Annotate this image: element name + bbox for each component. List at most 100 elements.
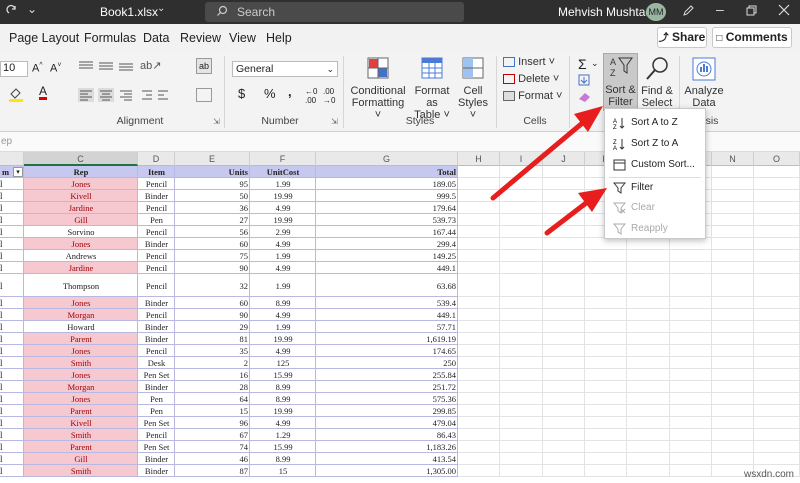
cell-units[interactable]: 29 xyxy=(175,321,250,333)
empty-cell[interactable] xyxy=(754,297,800,309)
empty-cell[interactable] xyxy=(500,202,543,214)
cell-rep[interactable]: Kivell xyxy=(24,190,138,202)
empty-cell[interactable] xyxy=(543,297,585,309)
font-size-box[interactable]: 10 xyxy=(0,61,28,77)
cell-unitcost[interactable]: 4.99 xyxy=(250,202,316,214)
cell-total[interactable]: 86.43 xyxy=(316,429,458,441)
empty-cell[interactable] xyxy=(754,321,800,333)
empty-cell[interactable] xyxy=(627,274,670,297)
cell-unitcost[interactable]: 8.99 xyxy=(250,297,316,309)
empty-cell[interactable] xyxy=(754,405,800,417)
column-header[interactable] xyxy=(0,152,24,166)
cell-rep[interactable]: Morgan xyxy=(24,309,138,321)
cell-unitcost[interactable]: 1.99 xyxy=(250,280,316,292)
empty-cell[interactable] xyxy=(712,369,754,381)
sort-filter-button[interactable]: AZ Sort & Filter ˅ xyxy=(603,53,638,120)
empty-cell[interactable] xyxy=(543,429,585,441)
empty-cell[interactable] xyxy=(627,441,670,453)
increase-font-icon[interactable]: A^ xyxy=(32,62,43,75)
empty-cell[interactable] xyxy=(585,405,627,417)
cell-total[interactable]: 1,619.19 xyxy=(316,333,458,345)
cell-total[interactable]: 299.4 xyxy=(316,238,458,250)
cell-units[interactable]: 16 xyxy=(175,369,250,381)
cell-rep[interactable]: Kivell xyxy=(24,417,138,429)
cell-units[interactable]: 28 xyxy=(175,381,250,393)
empty-cell[interactable] xyxy=(712,214,754,226)
empty-cell[interactable] xyxy=(458,417,500,429)
cell-rep[interactable]: Jones xyxy=(24,369,138,381)
cell-rep[interactable]: Morgan xyxy=(24,381,138,393)
cell-item[interactable]: Binder xyxy=(138,453,175,465)
empty-cell[interactable] xyxy=(712,393,754,405)
cell-unitcost[interactable]: 1.99 xyxy=(250,250,316,262)
quick-access-chevron-icon[interactable]: ⌄ xyxy=(27,2,37,16)
empty-cell[interactable] xyxy=(585,381,627,393)
cell-rep[interactable]: Parent xyxy=(24,405,138,417)
empty-cell[interactable] xyxy=(458,178,500,190)
cell-unitcost[interactable]: 1.29 xyxy=(250,429,316,441)
cell-unitcost[interactable]: 19.99 xyxy=(250,333,316,345)
empty-cell[interactable] xyxy=(458,250,500,262)
cell-unitcost[interactable]: 19.99 xyxy=(250,214,316,226)
empty-cell[interactable] xyxy=(500,345,543,357)
cell-item[interactable]: Pen Set xyxy=(138,441,175,453)
cell-rep[interactable]: Jardine xyxy=(24,202,138,214)
cell-total[interactable]: 1,305.00 xyxy=(316,465,458,477)
empty-cell[interactable] xyxy=(585,357,627,369)
empty-cell[interactable] xyxy=(754,214,800,226)
empty-cell[interactable] xyxy=(754,441,800,453)
cell-units[interactable]: 96 xyxy=(175,417,250,429)
empty-cell[interactable] xyxy=(712,178,754,190)
empty-cell[interactable] xyxy=(712,405,754,417)
empty-cell[interactable] xyxy=(670,405,712,417)
empty-cell[interactable] xyxy=(627,309,670,321)
menu-view[interactable]: View xyxy=(229,31,256,45)
empty-cell[interactable] xyxy=(543,393,585,405)
cell-rep[interactable]: Jones xyxy=(24,178,138,190)
empty-cell[interactable] xyxy=(543,202,585,214)
cell-rep[interactable]: Smith xyxy=(24,465,138,477)
empty-cell[interactable] xyxy=(543,250,585,262)
empty-cell[interactable] xyxy=(500,321,543,333)
empty-cell[interactable] xyxy=(500,417,543,429)
empty-cell[interactable] xyxy=(585,369,627,381)
empty-cell[interactable] xyxy=(712,429,754,441)
cell-total[interactable]: 57.71 xyxy=(316,321,458,333)
cell-unitcost[interactable]: 125 xyxy=(250,357,316,369)
restore-icon[interactable] xyxy=(746,5,757,19)
cell-item[interactable]: Pen xyxy=(138,214,175,226)
empty-cell[interactable] xyxy=(627,417,670,429)
cell-item[interactable]: Desk xyxy=(138,357,175,369)
cell-item[interactable]: Pencil xyxy=(138,309,175,321)
empty-cell[interactable] xyxy=(500,369,543,381)
empty-cell[interactable] xyxy=(670,465,712,477)
empty-cell[interactable] xyxy=(500,381,543,393)
cell-total[interactable]: 63.68 xyxy=(316,280,458,292)
empty-cell[interactable] xyxy=(712,238,754,250)
empty-cell[interactable] xyxy=(458,309,500,321)
cell-total[interactable]: 539.4 xyxy=(316,297,458,309)
menu-page-layout[interactable]: Page Layout xyxy=(9,31,79,45)
menu-formulas[interactable]: Formulas xyxy=(84,31,136,45)
menu-data[interactable]: Data xyxy=(143,31,169,45)
empty-cell[interactable] xyxy=(712,262,754,274)
empty-cell[interactable] xyxy=(712,345,754,357)
cell-rep[interactable]: Smith xyxy=(24,357,138,369)
cell-total[interactable]: 1,183.26 xyxy=(316,441,458,453)
cell-item[interactable]: Pencil xyxy=(138,250,175,262)
empty-cell[interactable] xyxy=(585,297,627,309)
name-box[interactable]: ep xyxy=(1,136,12,147)
cell-item[interactable]: Pencil xyxy=(138,280,175,292)
empty-cell[interactable] xyxy=(670,381,712,393)
empty-cell[interactable] xyxy=(712,297,754,309)
empty-cell[interactable] xyxy=(458,321,500,333)
cell-item[interactable]: Pencil xyxy=(138,429,175,441)
empty-cell[interactable] xyxy=(458,214,500,226)
empty-cell[interactable] xyxy=(754,226,800,238)
autosum-chevron-icon[interactable]: ⌄ xyxy=(591,58,599,69)
search-box[interactable]: Search xyxy=(205,2,464,22)
format-as-table-button[interactable]: Format as Table ˅ xyxy=(409,55,455,121)
cell-units[interactable]: 60 xyxy=(175,297,250,309)
empty-cell[interactable] xyxy=(458,166,500,178)
empty-cell[interactable] xyxy=(543,262,585,274)
